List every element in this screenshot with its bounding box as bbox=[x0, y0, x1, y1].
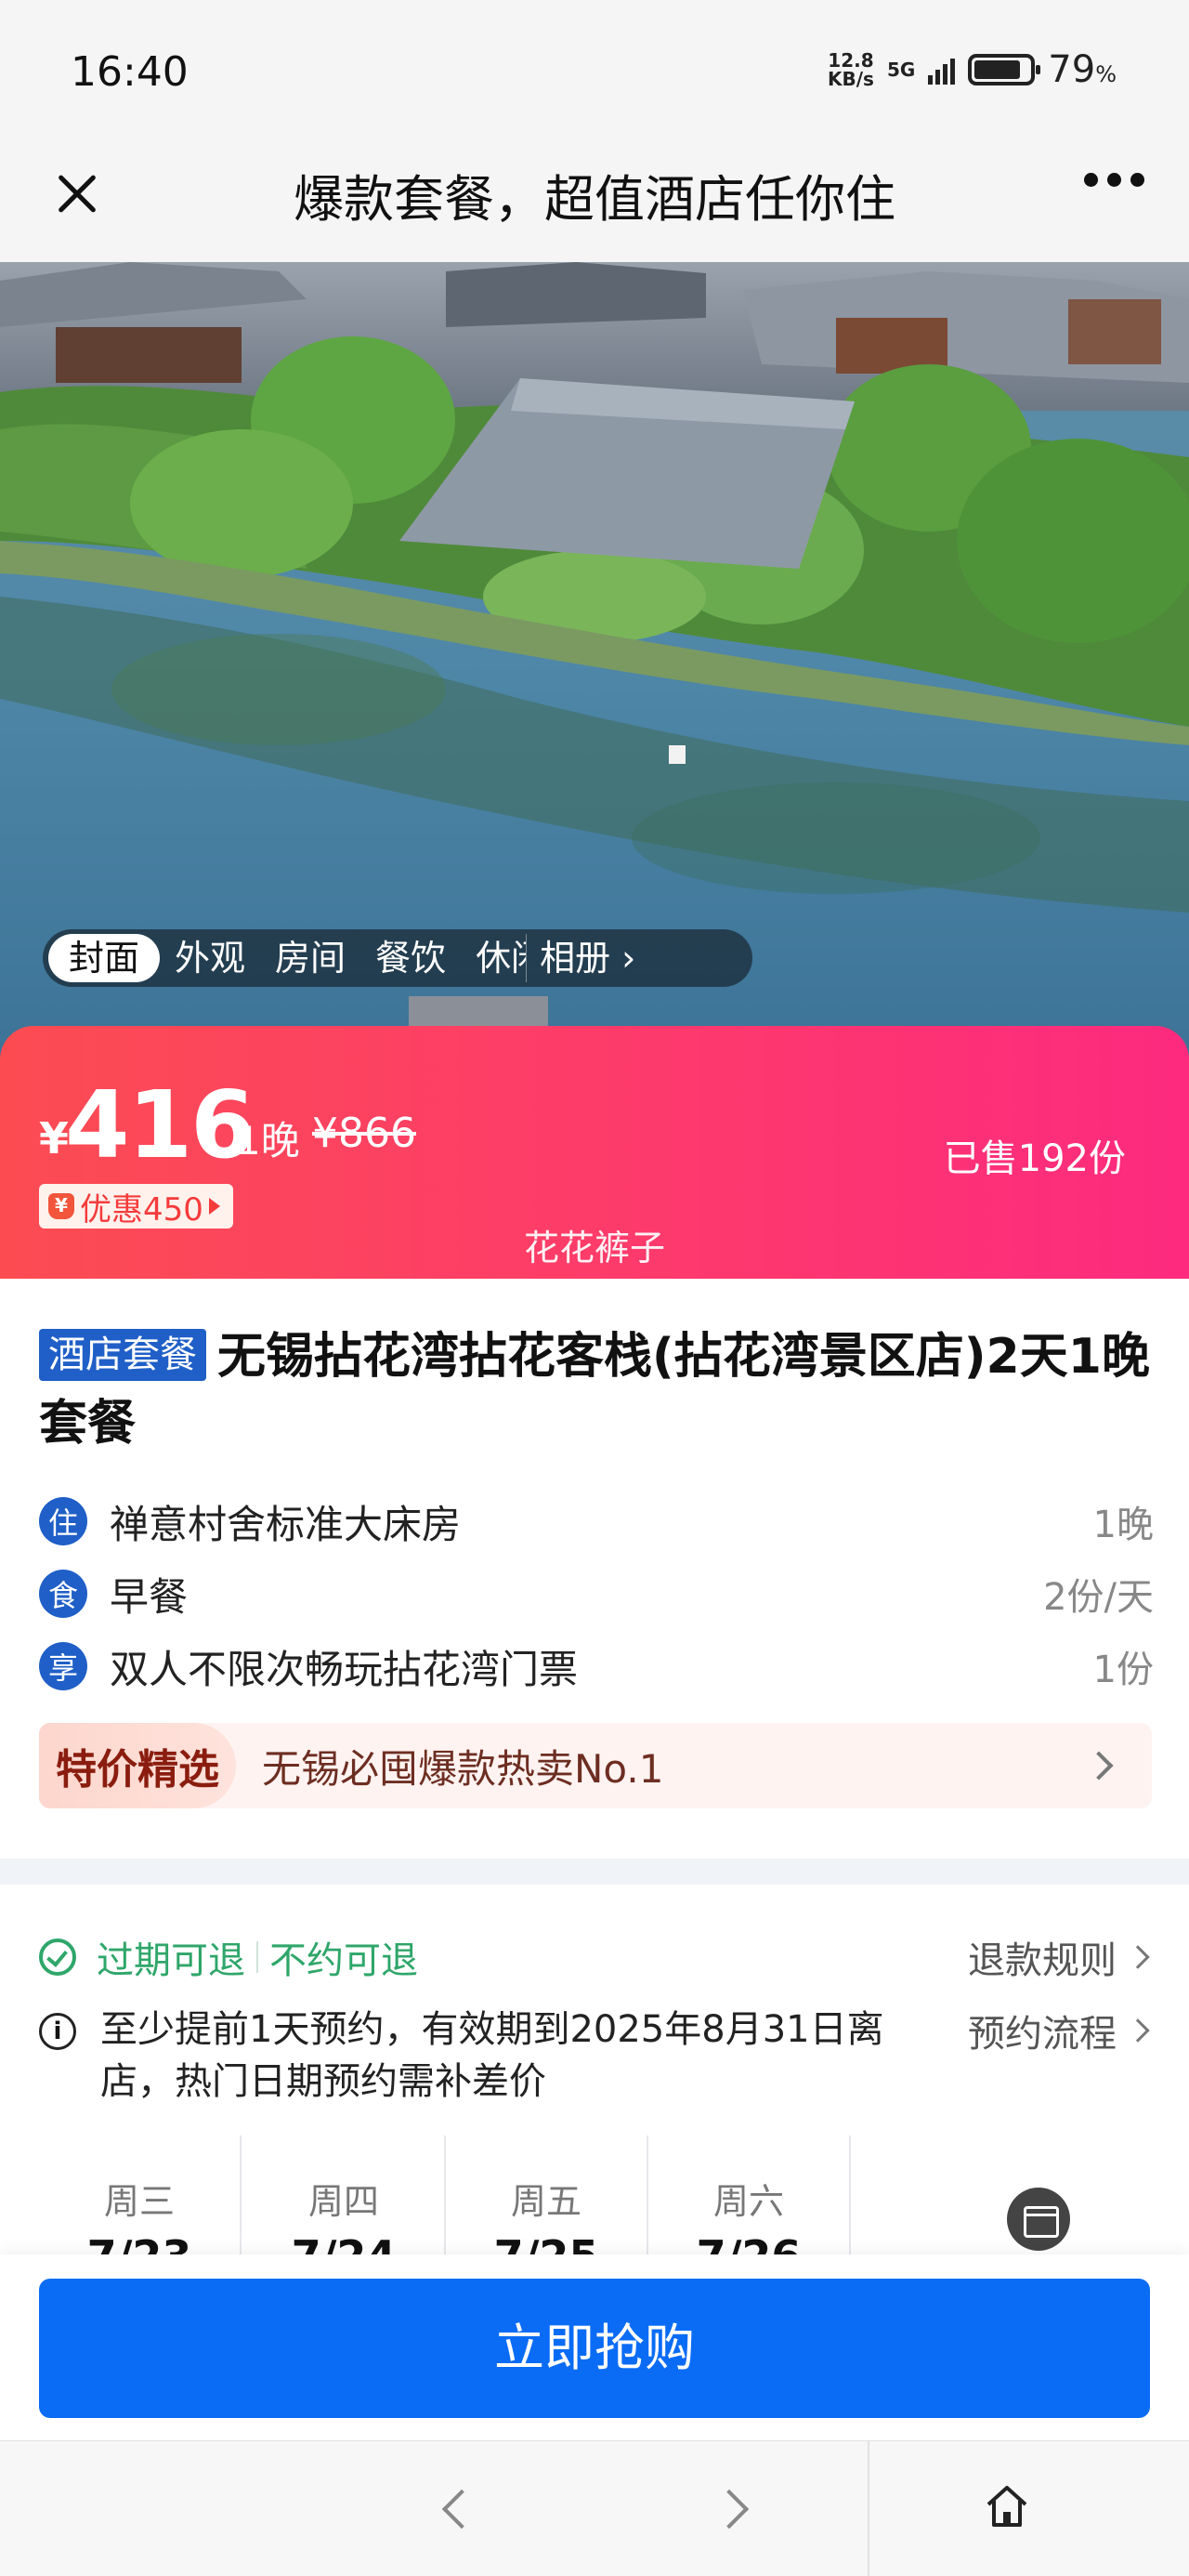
photo-tab-dining[interactable]: 餐饮 bbox=[360, 934, 461, 982]
booking-info-text: 至少提前1天预约，有效期到2025年8月31日离店，热门日期预约需补差价 bbox=[100, 2008, 884, 2103]
date-picker: 周三 7/23 周四 7/24 周五 7/25 周六 7/26 bbox=[0, 2136, 1189, 2256]
price-unit: 1晚 bbox=[236, 1118, 300, 1163]
special-offer-banner[interactable]: 特价精选 无锡必囤爆款热卖No.1 bbox=[39, 1723, 1152, 1808]
special-badge: 特价精选 bbox=[39, 1723, 236, 1808]
watermark: 花花裤子 bbox=[523, 1228, 665, 1268]
chevron-right-icon: › bbox=[621, 938, 636, 979]
original-price: ¥866 bbox=[312, 1110, 416, 1157]
special-text: 无锡必囤爆款热卖No.1 bbox=[262, 1745, 664, 1792]
battery-percent: 79% bbox=[1048, 48, 1117, 91]
stay-icon: 住 bbox=[39, 1497, 87, 1545]
hotel-package-tag: 酒店套餐 bbox=[39, 1329, 206, 1381]
money-bag-icon bbox=[48, 1193, 74, 1219]
chevron-right-icon bbox=[1084, 1751, 1114, 1781]
info-icon: i bbox=[39, 2013, 76, 2050]
price-bar: ¥ 416 1晚 ¥866 优惠450 已售192份 花花裤子 bbox=[0, 1026, 1189, 1279]
feature-item: 住 禅意村舍标准大床房 1晚 bbox=[39, 1485, 1154, 1557]
hero-gallery[interactable]: 封面 外观 房间 餐饮 休闲 相册 › bbox=[0, 262, 1189, 1061]
check-circle-icon bbox=[39, 1939, 76, 1976]
network-type: 5G bbox=[886, 59, 916, 81]
battery-icon bbox=[968, 54, 1041, 85]
product-title: 酒店套餐 无锡拈花湾拈花客栈(拈花湾景区店)2天1晚套餐 bbox=[39, 1329, 1150, 1452]
package-features: 住 禅意村舍标准大床房 1晚 食 早餐 2份/天 享 双人不限次畅玩拈花湾门票 … bbox=[39, 1485, 1154, 1702]
enjoy-icon: 享 bbox=[39, 1642, 87, 1690]
booking-info: i 至少提前1天预约，有效期到2025年8月31日离店，热门日期预约需补差价 预… bbox=[39, 2004, 1154, 2115]
date-option[interactable]: 周六 7/26 bbox=[648, 2136, 851, 2256]
date-option[interactable]: 周四 7/24 bbox=[243, 2136, 446, 2256]
status-bar: 16:40 12.8 KB/s 5G 79% bbox=[0, 0, 1189, 139]
more-icon[interactable] bbox=[1084, 173, 1144, 187]
feature-item: 享 双人不限次畅玩拈花湾门票 1份 bbox=[39, 1630, 1154, 1702]
sold-count: 已售192份 bbox=[943, 1137, 1126, 1180]
photo-tab-room[interactable]: 房间 bbox=[260, 934, 360, 982]
food-icon: 食 bbox=[39, 1570, 87, 1618]
date-option[interactable]: 周五 7/25 bbox=[446, 2136, 648, 2256]
feature-item: 食 早餐 2份/天 bbox=[39, 1557, 1154, 1630]
page-title: 爆款套餐，超值酒店任你住 bbox=[294, 170, 895, 229]
back-icon[interactable] bbox=[441, 2489, 482, 2530]
section-divider bbox=[0, 1859, 1189, 1885]
refund-rules-link[interactable]: 退款规则 bbox=[968, 1930, 1154, 1984]
status-indicators: 12.8 KB/s 5G 79% bbox=[828, 48, 1117, 91]
buy-now-button[interactable]: 立即抢购 bbox=[39, 2279, 1150, 2418]
signal-icon bbox=[928, 55, 956, 85]
buy-bar: 立即抢购 bbox=[0, 2254, 1189, 2440]
forward-icon[interactable] bbox=[709, 2489, 750, 2530]
separator bbox=[256, 1941, 258, 1973]
nav-bar: 爆款套餐，超值酒店任你住 bbox=[0, 139, 1189, 262]
price-amount: 416 bbox=[65, 1071, 255, 1179]
photo-tab-exterior[interactable]: 外观 bbox=[160, 934, 260, 982]
photo-tab-leisure[interactable]: 休闲 bbox=[461, 934, 526, 982]
refund-policy: 过期可退 不约可退 退款规则 bbox=[39, 1929, 1154, 1985]
browser-nav bbox=[0, 2440, 1189, 2576]
net-speed: 12.8 KB/s bbox=[827, 49, 874, 90]
date-option[interactable]: 周三 7/23 bbox=[39, 2136, 242, 2256]
photo-tabs: 封面 外观 房间 餐饮 休闲 相册 › bbox=[43, 929, 752, 987]
chevron-right-icon bbox=[1126, 1945, 1150, 1969]
photo-tab-cover[interactable]: 封面 bbox=[48, 934, 161, 982]
status-time: 16:40 bbox=[71, 48, 189, 96]
calendar-icon[interactable] bbox=[1007, 2188, 1070, 2251]
divider bbox=[868, 2441, 869, 2576]
photo-album-link[interactable]: 相册 › bbox=[526, 934, 650, 982]
booking-process-link[interactable]: 预约流程 bbox=[968, 2004, 1154, 2057]
triangle-right-icon bbox=[208, 1198, 220, 1215]
chevron-right-icon bbox=[1126, 2018, 1150, 2043]
home-icon[interactable] bbox=[981, 2480, 1033, 2532]
